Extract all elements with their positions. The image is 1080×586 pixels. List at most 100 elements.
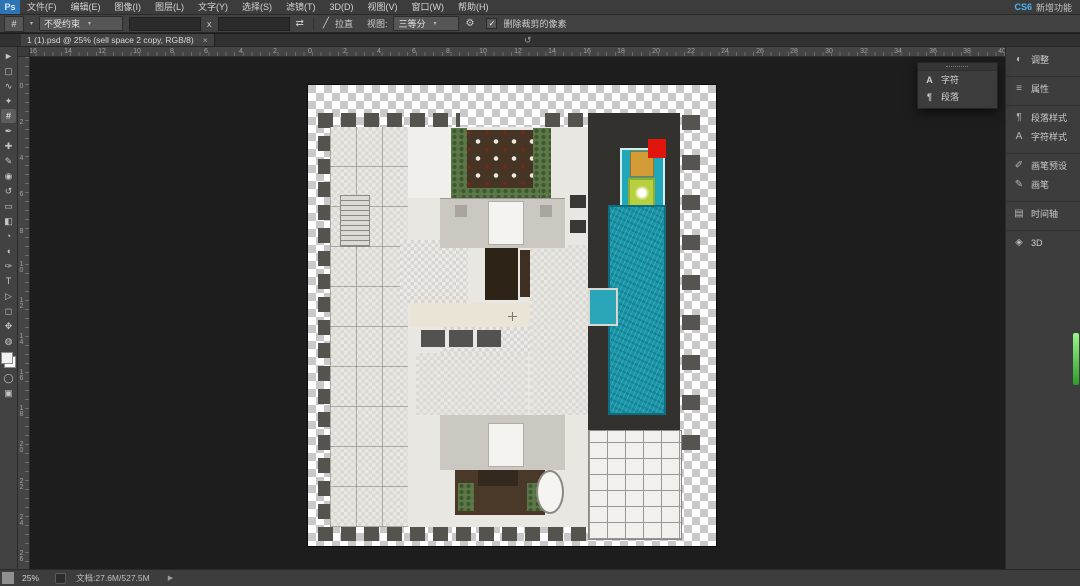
screen-mode-button[interactable]: ▣ [1, 386, 16, 400]
vertical-ruler[interactable]: 02468101214161820222426 [18, 57, 30, 570]
floating-panel[interactable]: A 字符 ¶ 段落 [917, 62, 998, 109]
document-tab-bar: 1 (1).psd @ 25% (sell space 2 copy, RGB/… [0, 34, 1080, 47]
dock-panel-button[interactable]: ▤ 时间轴 [1006, 201, 1080, 223]
status-options-arrow-icon[interactable]: ▶ [168, 574, 173, 582]
floorplan-bar-counter [485, 243, 518, 300]
panel-icon: A [1013, 131, 1025, 142]
foreground-color-swatch[interactable] [1, 352, 13, 364]
horizontal-ruler[interactable]: 1614121086420246810121416182022242628303… [18, 47, 1005, 57]
straighten-icon[interactable]: ╱ [323, 18, 329, 29]
tool-button[interactable]: ✎ [1, 154, 16, 168]
menu-item[interactable]: 图层(L) [148, 0, 191, 14]
tool-button[interactable]: ◻ [1, 304, 16, 318]
tool-button[interactable]: ▢ [1, 64, 16, 78]
floorplan-lower-center-rooms [416, 353, 528, 415]
floating-panel-button[interactable]: ¶ 段落 [918, 88, 997, 105]
menu-bar: Ps 文件(F)编辑(E)图像(I)图层(L)文字(Y)选择(S)滤镜(T)3D… [0, 0, 1080, 15]
tool-button[interactable]: ◉ [1, 169, 16, 183]
resize-grip[interactable] [2, 572, 14, 584]
panel-label: 字符样式 [1031, 130, 1067, 143]
panel-label: 段落样式 [1031, 111, 1067, 124]
dock-panel-button[interactable]: ✎ 画笔 [1006, 175, 1080, 194]
panel-icon: ≡ [1013, 83, 1025, 94]
tool-button[interactable]: T [1, 274, 16, 288]
close-icon[interactable]: × [203, 35, 208, 45]
tool-button[interactable]: ∿ [1, 79, 16, 93]
crop-width-input[interactable] [129, 17, 201, 31]
menu-item[interactable]: 文字(Y) [191, 0, 235, 14]
delete-cropped-pixels-checkbox[interactable]: ✓ [486, 18, 497, 29]
menu-item[interactable]: 图像(I) [108, 0, 149, 14]
document-tab[interactable]: 1 (1).psd @ 25% (sell space 2 copy, RGB/… [21, 34, 215, 46]
tool-button[interactable]: # [1, 109, 16, 123]
overlay-view-dropdown[interactable]: 三等分 ▾ [393, 16, 459, 31]
ruler-tick-label: 2 [343, 47, 347, 56]
tool-button[interactable]: ◍ [1, 334, 16, 348]
floating-panel-button[interactable]: A 字符 [918, 71, 997, 88]
photoshop-window: Ps 文件(F)编辑(E)图像(I)图层(L)文字(Y)选择(S)滤镜(T)3D… [0, 0, 1080, 586]
panel-label: 调整 [1031, 53, 1049, 66]
menu-item[interactable]: 3D(D) [323, 0, 361, 14]
panel-icon: ✐ [1013, 160, 1025, 171]
workspace-label: 新增功能 [1036, 1, 1072, 14]
tool-button[interactable]: ◔ [1, 229, 16, 243]
gear-icon[interactable]: ⚙ [465, 18, 474, 29]
ruler-corner [18, 47, 30, 57]
ruler-tick-label: 22 [18, 478, 25, 490]
straighten-button[interactable]: 拉直 [335, 17, 353, 30]
menu-item[interactable]: 编辑(E) [64, 0, 108, 14]
canvas-viewport[interactable] [30, 57, 1005, 570]
green-indicator [1073, 333, 1079, 385]
panel-icon: ✎ [1013, 179, 1025, 190]
tool-button[interactable]: ► [1, 49, 16, 63]
menu-item[interactable]: 文件(F) [20, 0, 64, 14]
tool-button[interactable]: ✚ [1, 139, 16, 153]
tool-button[interactable]: ▭ [1, 199, 16, 213]
ruler-tick-label: 6 [18, 191, 25, 197]
canvas-artboard[interactable] [308, 85, 716, 546]
ruler-tick-label: 38 [963, 47, 971, 56]
floorplan-left-wing-walls [330, 127, 408, 527]
ruler-tick-label: 36 [929, 47, 937, 56]
dock-panel-button[interactable]: ✐ 画笔预设 [1006, 153, 1080, 175]
tool-button[interactable]: ✦ [1, 94, 16, 108]
dock-panel-button[interactable]: ≡ 属性 [1006, 76, 1080, 98]
crop-tool-icon[interactable]: # [4, 16, 24, 32]
ruler-tick-label: 4 [18, 155, 25, 161]
dock-panel-button[interactable]: ◐ 调整 [1006, 50, 1080, 69]
tool-button[interactable]: ▷ [1, 289, 16, 303]
menu-item[interactable]: 视图(V) [361, 0, 405, 14]
floorplan-canopy-bed-bottom [488, 423, 524, 467]
dock-panel-button[interactable]: ¶ 段落样式 [1006, 105, 1080, 127]
color-swatches[interactable] [1, 352, 16, 368]
menu-item[interactable]: 窗口(W) [405, 0, 452, 14]
floorplan-bed-dark-2 [570, 220, 586, 233]
tool-button[interactable]: ✥ [1, 319, 16, 333]
tool-button[interactable]: ↺ [1, 184, 16, 198]
ruler-tick-label: 8 [170, 47, 174, 56]
tool-button[interactable]: ◖ [1, 244, 16, 258]
dock-panels: ◐ 调整 ≡ 属性 ¶ 段落样式 A 字符样式 [1006, 50, 1080, 252]
panel-drag-grip[interactable] [918, 63, 997, 71]
dock-panel-button[interactable]: ◈ 3D [1006, 230, 1080, 252]
tool-button[interactable]: ✑ [1, 259, 16, 273]
crop-ratio-dropdown[interactable]: 不受约束 ▾ [39, 16, 123, 31]
options-bar: # ▾ 不受约束 ▾ x ⇄ ╱ 拉直 视图: 三等分 ▾ ⚙ ✓ 删除裁剪的像… [0, 15, 1080, 33]
zoom-level-field[interactable]: 25% [22, 573, 39, 583]
workspace-switcher[interactable]: CS6 新增功能 [1014, 1, 1080, 14]
tool-button[interactable]: ✒ [1, 124, 16, 138]
tool-preset-caret-icon[interactable]: ▾ [30, 20, 33, 27]
tool-button[interactable]: ◧ [1, 214, 16, 228]
dock-panel-button[interactable]: A 字符样式 [1006, 127, 1080, 146]
crop-height-input[interactable] [218, 17, 290, 31]
sync-icon[interactable]: ↺ [524, 34, 532, 46]
ruler-tick-label: 40 [998, 47, 1005, 56]
menu-item[interactable]: 帮助(H) [451, 0, 496, 14]
swap-dimensions-icon[interactable]: ⇄ [296, 18, 304, 29]
quick-mask-button[interactable]: ◯ [1, 371, 16, 385]
floorplan-lobby-tile [400, 240, 468, 303]
floorplan-red-marker [648, 139, 666, 158]
menu-item[interactable]: 滤镜(T) [279, 0, 323, 14]
ruler-tick-label: 20 [18, 441, 25, 453]
menu-item[interactable]: 选择(S) [235, 0, 279, 14]
